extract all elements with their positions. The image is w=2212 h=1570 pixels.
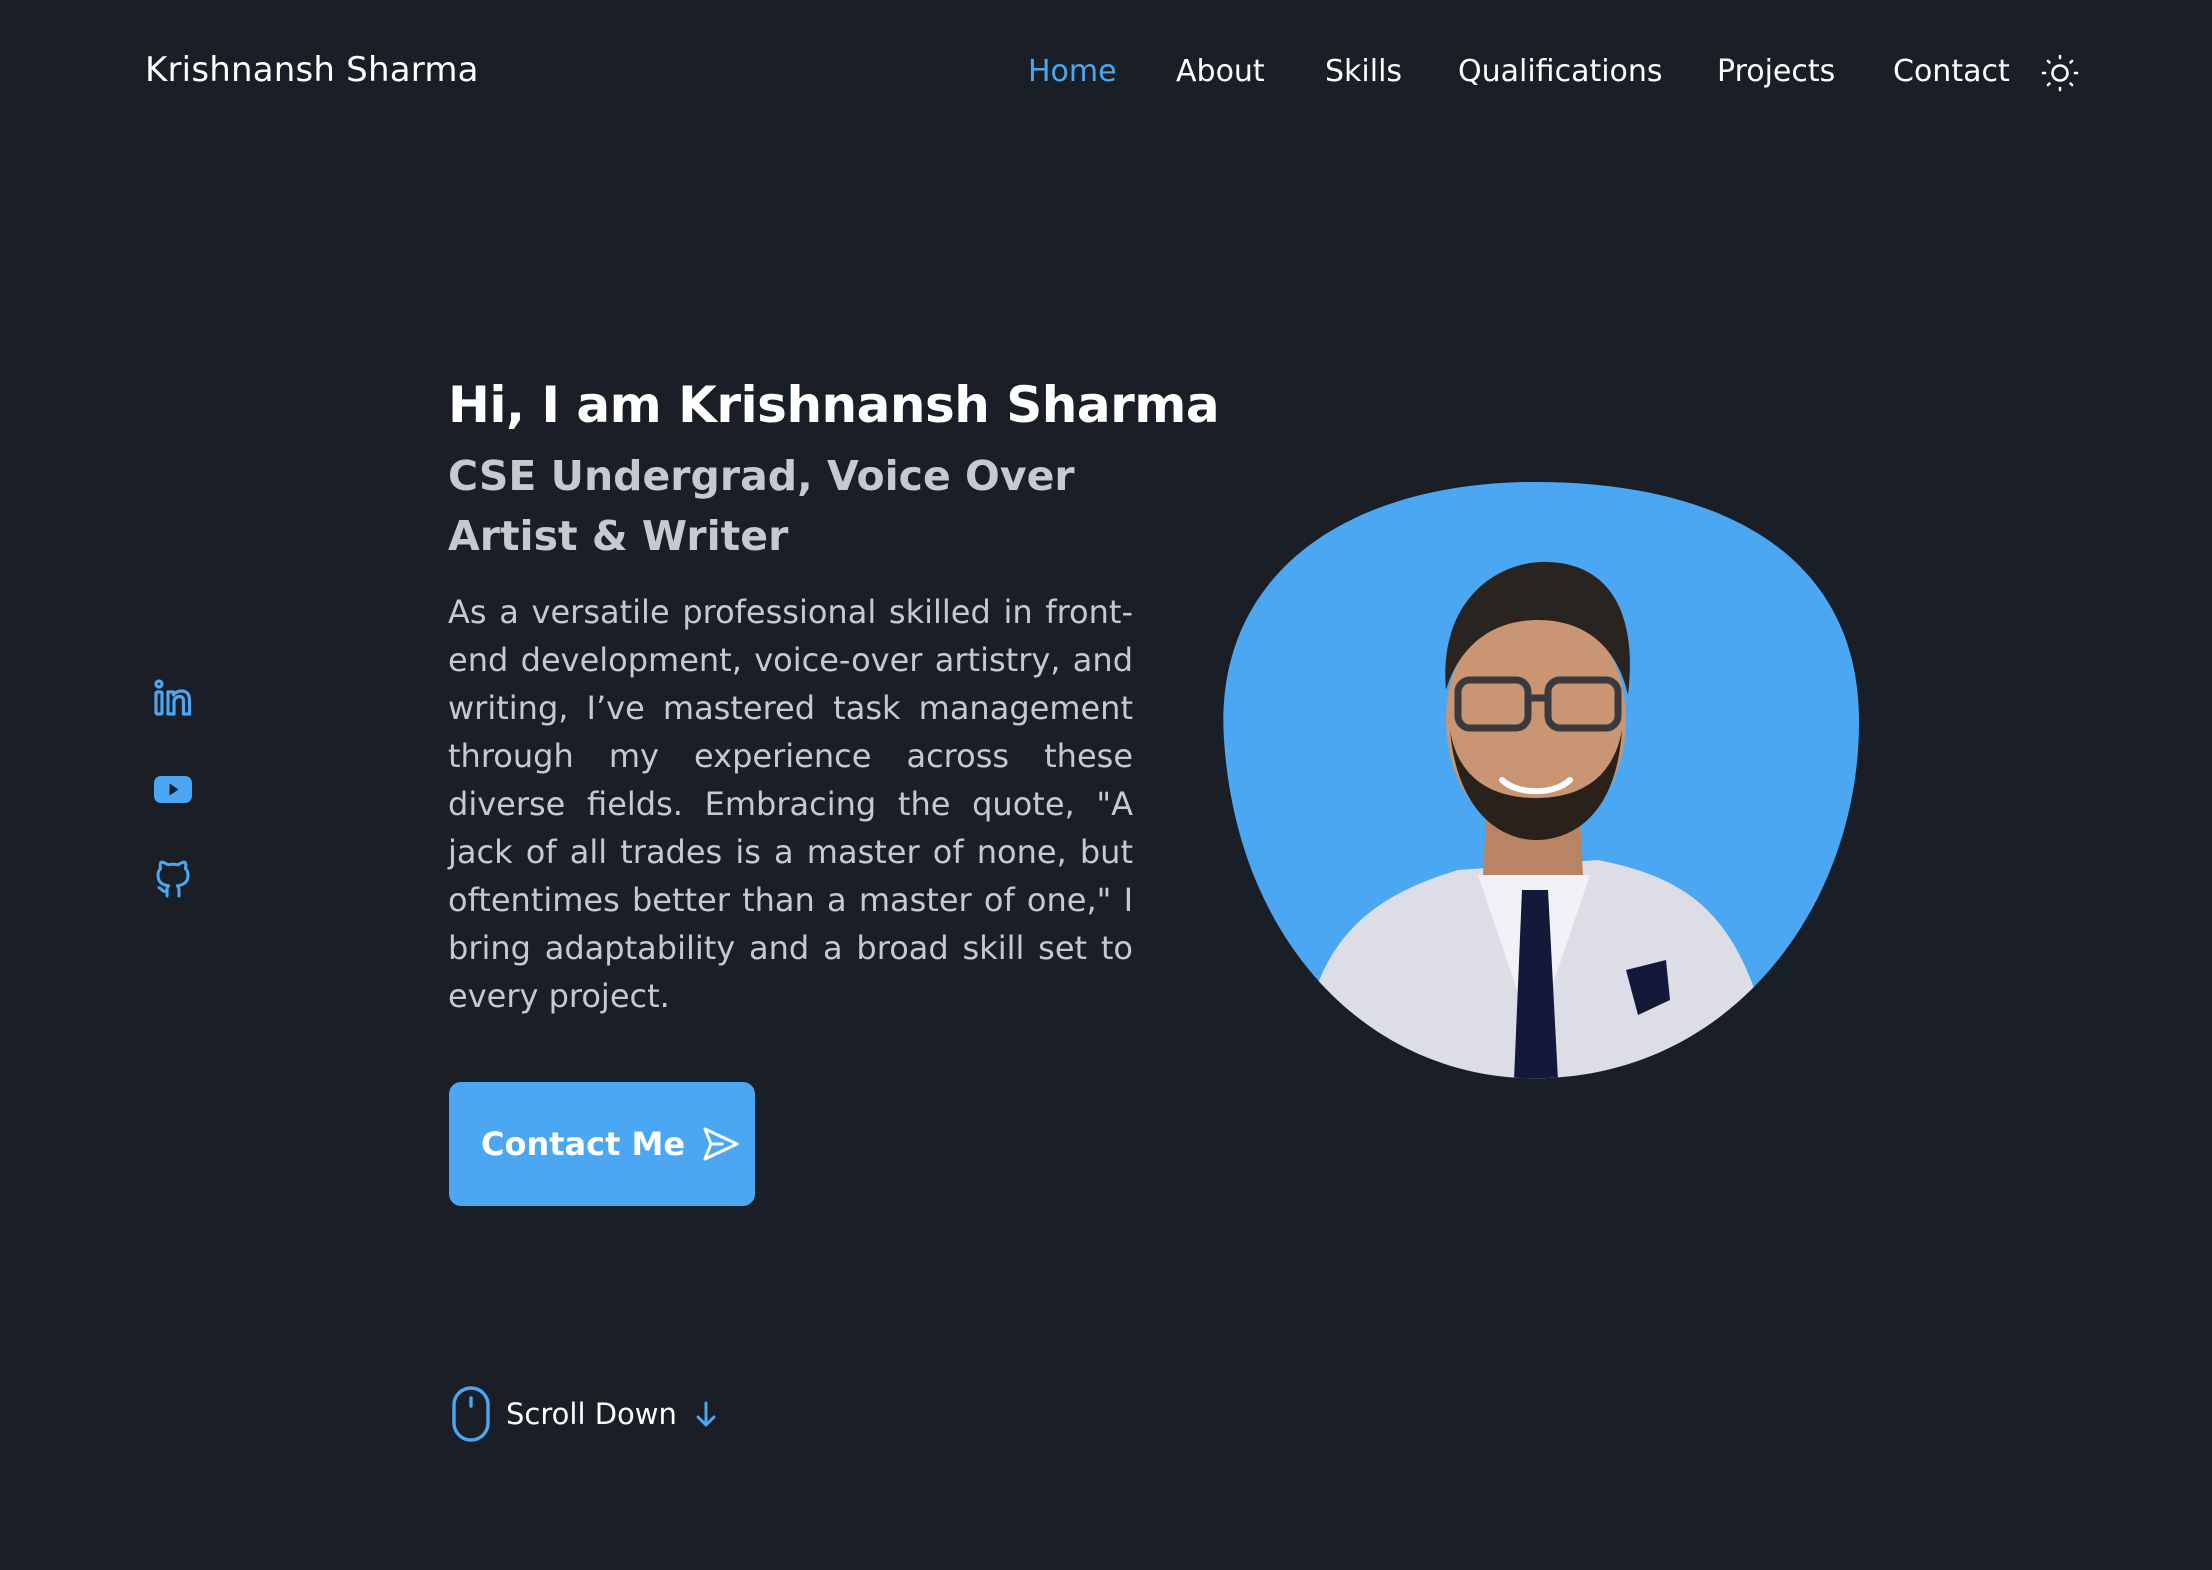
github-link[interactable]: [150, 856, 196, 902]
nav-about[interactable]: About: [1176, 54, 1265, 89]
hero-title: Hi, I am Krishnansh Sharma: [448, 376, 1220, 434]
linkedin-icon: [154, 679, 192, 716]
youtube-link[interactable]: [150, 766, 196, 812]
nav-qualifications[interactable]: Qualifications: [1458, 54, 1663, 89]
hero-subtitle: CSE Undergrad, Voice Over Artist & Write…: [448, 452, 1075, 560]
main-nav: Home About Skills Qualifications Project…: [0, 52, 2212, 96]
page: Krishnansh Sharma Home About Skills Qual…: [0, 0, 2212, 1570]
profile-photo: [1223, 481, 1860, 1079]
sun-icon: [2041, 54, 2079, 92]
contact-me-button[interactable]: Contact Me: [449, 1082, 755, 1206]
scroll-down-link[interactable]: Scroll Down: [450, 1384, 721, 1444]
contact-me-label: Contact Me: [481, 1125, 686, 1163]
scroll-down-label: Scroll Down: [506, 1397, 677, 1431]
nav-skills[interactable]: Skills: [1325, 54, 1402, 89]
theme-toggle-button[interactable]: [2041, 54, 2079, 92]
send-icon: [703, 1127, 739, 1161]
youtube-icon: [154, 776, 192, 803]
linkedin-link[interactable]: [150, 676, 196, 722]
github-icon: [156, 860, 190, 898]
nav-projects[interactable]: Projects: [1717, 54, 1835, 89]
hero-description: As a versatile professional skilled in f…: [448, 593, 1133, 1015]
nav-contact[interactable]: Contact: [1893, 54, 2010, 89]
nav-home[interactable]: Home: [1028, 54, 1117, 89]
mouse-icon: [452, 1386, 490, 1442]
arrow-down-icon: [696, 1401, 716, 1427]
